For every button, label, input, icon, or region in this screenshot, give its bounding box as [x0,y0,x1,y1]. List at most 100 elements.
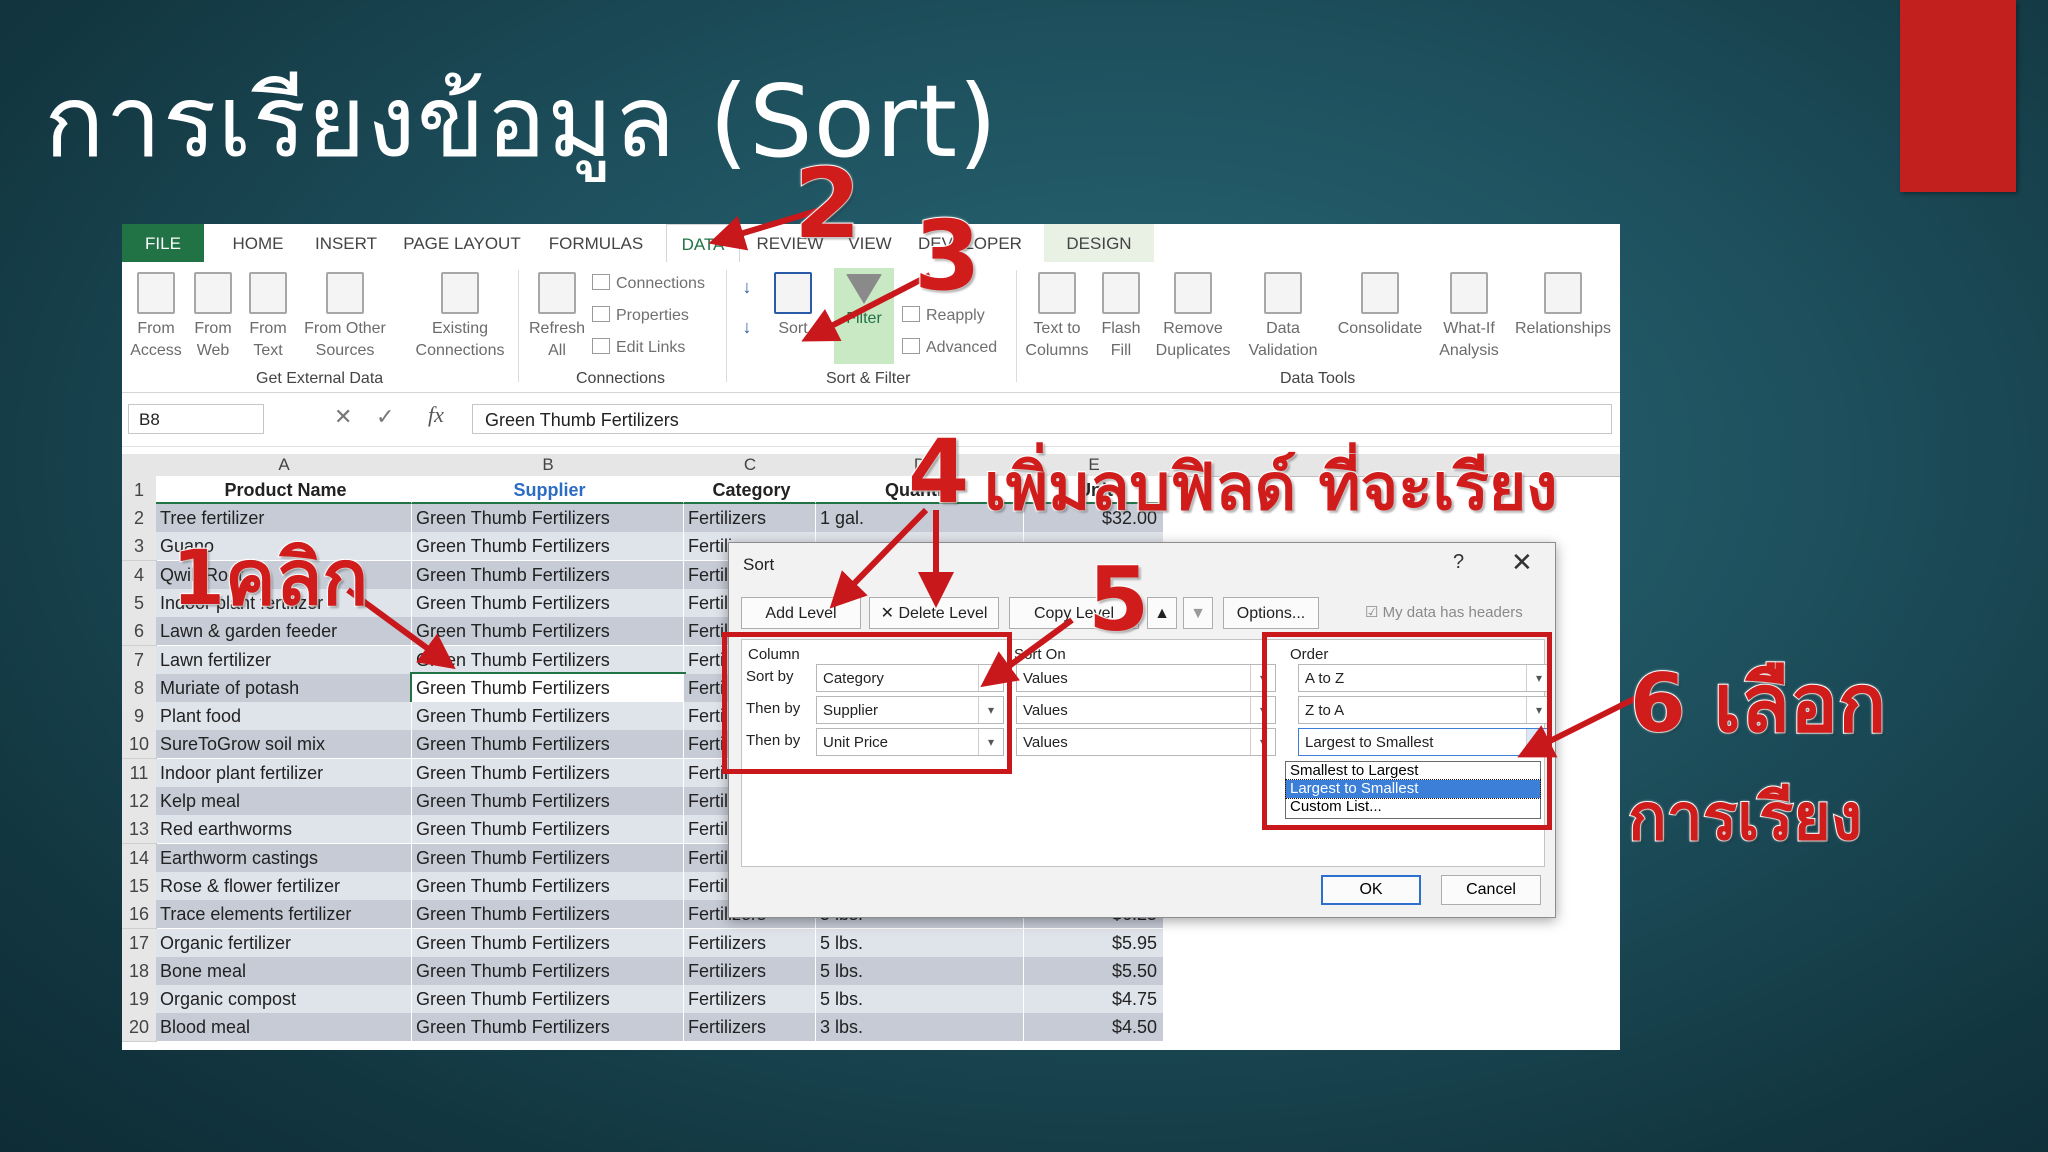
table-cell[interactable]: Fertilizers [684,1013,816,1042]
table-cell[interactable]: Green Thumb Fertilizers [412,645,684,674]
from-text-button[interactable]: From Text [244,272,292,362]
table-cell[interactable]: Green Thumb Fertilizers [412,1013,684,1042]
sort-z-a-button[interactable]: ↓ [734,316,760,338]
row-number[interactable]: 20 [122,1013,157,1043]
from-web-button[interactable]: From Web [188,272,238,362]
connections-button[interactable]: Connections [592,274,705,293]
table-cell[interactable]: Green Thumb Fertilizers [412,532,684,561]
table-cell[interactable]: Green Thumb Fertilizers [412,871,684,900]
table-cell[interactable]: Kelp meal [156,787,412,815]
select-all-corner[interactable] [122,454,157,477]
table-cell[interactable]: Lawn fertilizer [156,645,412,674]
row-number[interactable]: 15 [122,871,157,901]
move-up-button[interactable]: ▲ [1147,597,1177,629]
table-cell[interactable]: Plant food [156,702,412,731]
table-cell[interactable]: Earthworm castings [156,843,412,872]
tab-design[interactable]: DESIGN [1044,224,1154,262]
row-number[interactable]: 2 [122,504,157,533]
row-number[interactable]: 7 [122,645,157,675]
tab-data[interactable]: DATA [666,224,740,264]
column-header-b[interactable]: B [412,454,685,477]
row-number[interactable]: 1 [122,476,157,505]
sort-button[interactable]: Sort [768,272,818,340]
table-cell[interactable]: Green Thumb Fertilizers [412,956,684,985]
table-cell[interactable]: 5 lbs. [816,928,1024,957]
table-cell[interactable]: 5 lbs. [816,956,1024,985]
text-to-columns-button[interactable]: Text to Columns [1022,272,1092,362]
formula-input[interactable]: Green Thumb Fertilizers [472,404,1612,434]
table-cell[interactable]: Green Thumb Fertilizers [412,730,684,759]
row-number[interactable]: 3 [122,532,157,562]
cancel-entry-icon[interactable]: ✕ [334,404,352,430]
table-cell[interactable]: Green Thumb Fertilizers [412,985,684,1014]
remove-duplicates-button[interactable]: Remove Duplicates [1152,272,1234,362]
properties-button[interactable]: Properties [592,306,689,325]
table-cell[interactable]: Fertilizers [684,956,816,985]
filter-button[interactable]: Filter [834,268,894,364]
row-number[interactable]: 12 [122,787,157,816]
then-by-sorton-select-2[interactable]: Values ▾ [1016,728,1276,756]
table-cell[interactable]: Muriate of potash [156,673,412,702]
confirm-entry-icon[interactable]: ✓ [376,404,394,430]
table-cell[interactable]: Trace elements fertilizer [156,900,412,929]
add-level-button[interactable]: Add Level [741,597,861,629]
column-header-a[interactable]: A [156,454,413,477]
row-number[interactable]: 8 [122,673,157,703]
relationships-button[interactable]: Relationships [1510,272,1616,340]
table-cell[interactable]: Green Thumb Fertilizers [412,702,684,731]
table-cell[interactable]: Fertilizers [684,985,816,1014]
my-data-headers-checkbox[interactable]: ☑ My data has headers [1365,603,1523,621]
table-cell[interactable]: Green Thumb Fertilizers [412,560,684,589]
table-cell[interactable]: Green Thumb Fertilizers [412,504,684,532]
name-box[interactable]: B8 [128,404,264,434]
insert-function-icon[interactable]: fx [428,402,444,428]
delete-level-button[interactable]: ✕ Delete Level [869,597,999,629]
table-cell[interactable]: Indoor plant fertilizer [156,758,412,787]
table-cell[interactable]: 3 lbs. [816,1013,1024,1042]
table-cell[interactable]: Red earthworms [156,815,412,844]
from-other-sources-button[interactable]: From Other Sources [298,272,392,362]
row-number[interactable]: 18 [122,956,157,986]
advanced-filter-button[interactable]: Advanced [902,338,997,357]
then-by-sorton-select-1[interactable]: Values ▾ [1016,696,1276,724]
tab-home[interactable]: HOME [214,224,302,262]
cancel-button[interactable]: Cancel [1441,875,1541,905]
table-cell[interactable]: Rose & flower fertilizer [156,871,412,900]
what-if-analysis-button[interactable]: What-If Analysis [1434,272,1504,362]
column-header-cell[interactable]: Category [684,476,816,504]
close-icon[interactable]: ✕ [1511,547,1533,578]
row-number[interactable]: 5 [122,588,157,618]
table-cell[interactable]: Green Thumb Fertilizers [412,787,684,815]
tab-file[interactable]: FILE [122,224,204,262]
from-access-button[interactable]: From Access [128,272,184,362]
help-icon[interactable]: ? [1453,551,1464,574]
options-button[interactable]: Options... [1223,597,1319,629]
table-cell[interactable]: Green Thumb Fertilizers [412,588,684,617]
table-cell[interactable]: SureToGrow soil mix [156,730,412,759]
tab-formulas[interactable]: FORMULAS [536,224,656,262]
row-number[interactable]: 6 [122,617,157,647]
row-number[interactable]: 11 [122,758,157,788]
table-cell[interactable]: $5.50 [1024,956,1164,985]
sort-a-z-button[interactable]: ↓ [734,276,760,298]
ok-button[interactable]: OK [1321,875,1421,905]
move-down-button[interactable]: ▼ [1183,597,1213,629]
row-number[interactable]: 10 [122,730,157,760]
column-header-cell[interactable]: Product Name [156,476,412,504]
column-header-c[interactable]: C [684,454,817,477]
table-cell[interactable]: Organic fertilizer [156,928,412,957]
table-cell[interactable]: Green Thumb Fertilizers [412,928,684,957]
row-number[interactable]: 19 [122,985,157,1015]
table-cell[interactable]: Fertilizers [684,928,816,957]
selected-cell-b8[interactable]: Green Thumb Fertilizers [410,671,686,704]
table-cell[interactable]: Green Thumb Fertilizers [412,815,684,844]
tab-insert[interactable]: INSERT [302,224,390,262]
table-cell[interactable]: $4.50 [1024,1013,1164,1042]
table-cell[interactable]: Green Thumb Fertilizers [412,617,684,646]
refresh-all-button[interactable]: Refresh All [522,272,592,362]
data-validation-button[interactable]: Data Validation [1240,272,1326,362]
row-number[interactable]: 16 [122,900,157,930]
table-cell[interactable]: $5.95 [1024,928,1164,957]
table-cell[interactable]: Organic compost [156,985,412,1014]
edit-links-button[interactable]: Edit Links [592,338,685,357]
